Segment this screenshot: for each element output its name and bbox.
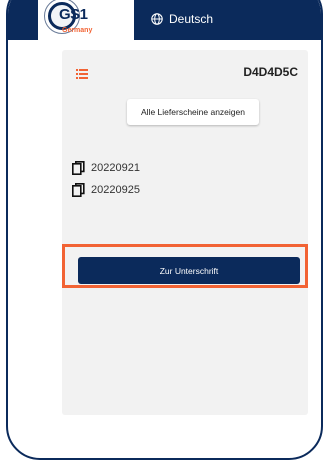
logo-text: GS1 — [59, 6, 88, 23]
sign-button[interactable]: Zur Unterschrift — [78, 257, 300, 284]
copy-icon — [72, 183, 85, 197]
list-item[interactable]: 20220925 — [72, 179, 140, 201]
delivery-note-panel: D4D4D5C Alle Lieferscheine anzeigen 2022… — [62, 50, 308, 415]
language-label: Deutsch — [169, 12, 214, 26]
app-header: GS1 Germany Deutsch — [8, 0, 321, 40]
list-item[interactable]: 20220921 — [72, 157, 140, 179]
logo-subtext: Germany — [62, 27, 93, 34]
document-label: 20220921 — [91, 162, 140, 174]
copy-icon — [72, 161, 85, 175]
language-selector[interactable]: Deutsch — [151, 12, 213, 26]
list-icon[interactable] — [76, 69, 88, 79]
document-label: 20220925 — [91, 184, 140, 196]
show-all-delivery-notes-button[interactable]: Alle Lieferscheine anzeigen — [127, 99, 259, 125]
document-list: 20220921 20220925 — [72, 157, 140, 201]
globe-icon — [151, 13, 163, 25]
phone-frame: GS1 Germany Deutsch D4D4D5C Alle Liefers… — [6, 0, 323, 460]
gs1-logo: GS1 Germany — [38, 0, 134, 40]
document-id: D4D4D5C — [243, 65, 298, 79]
